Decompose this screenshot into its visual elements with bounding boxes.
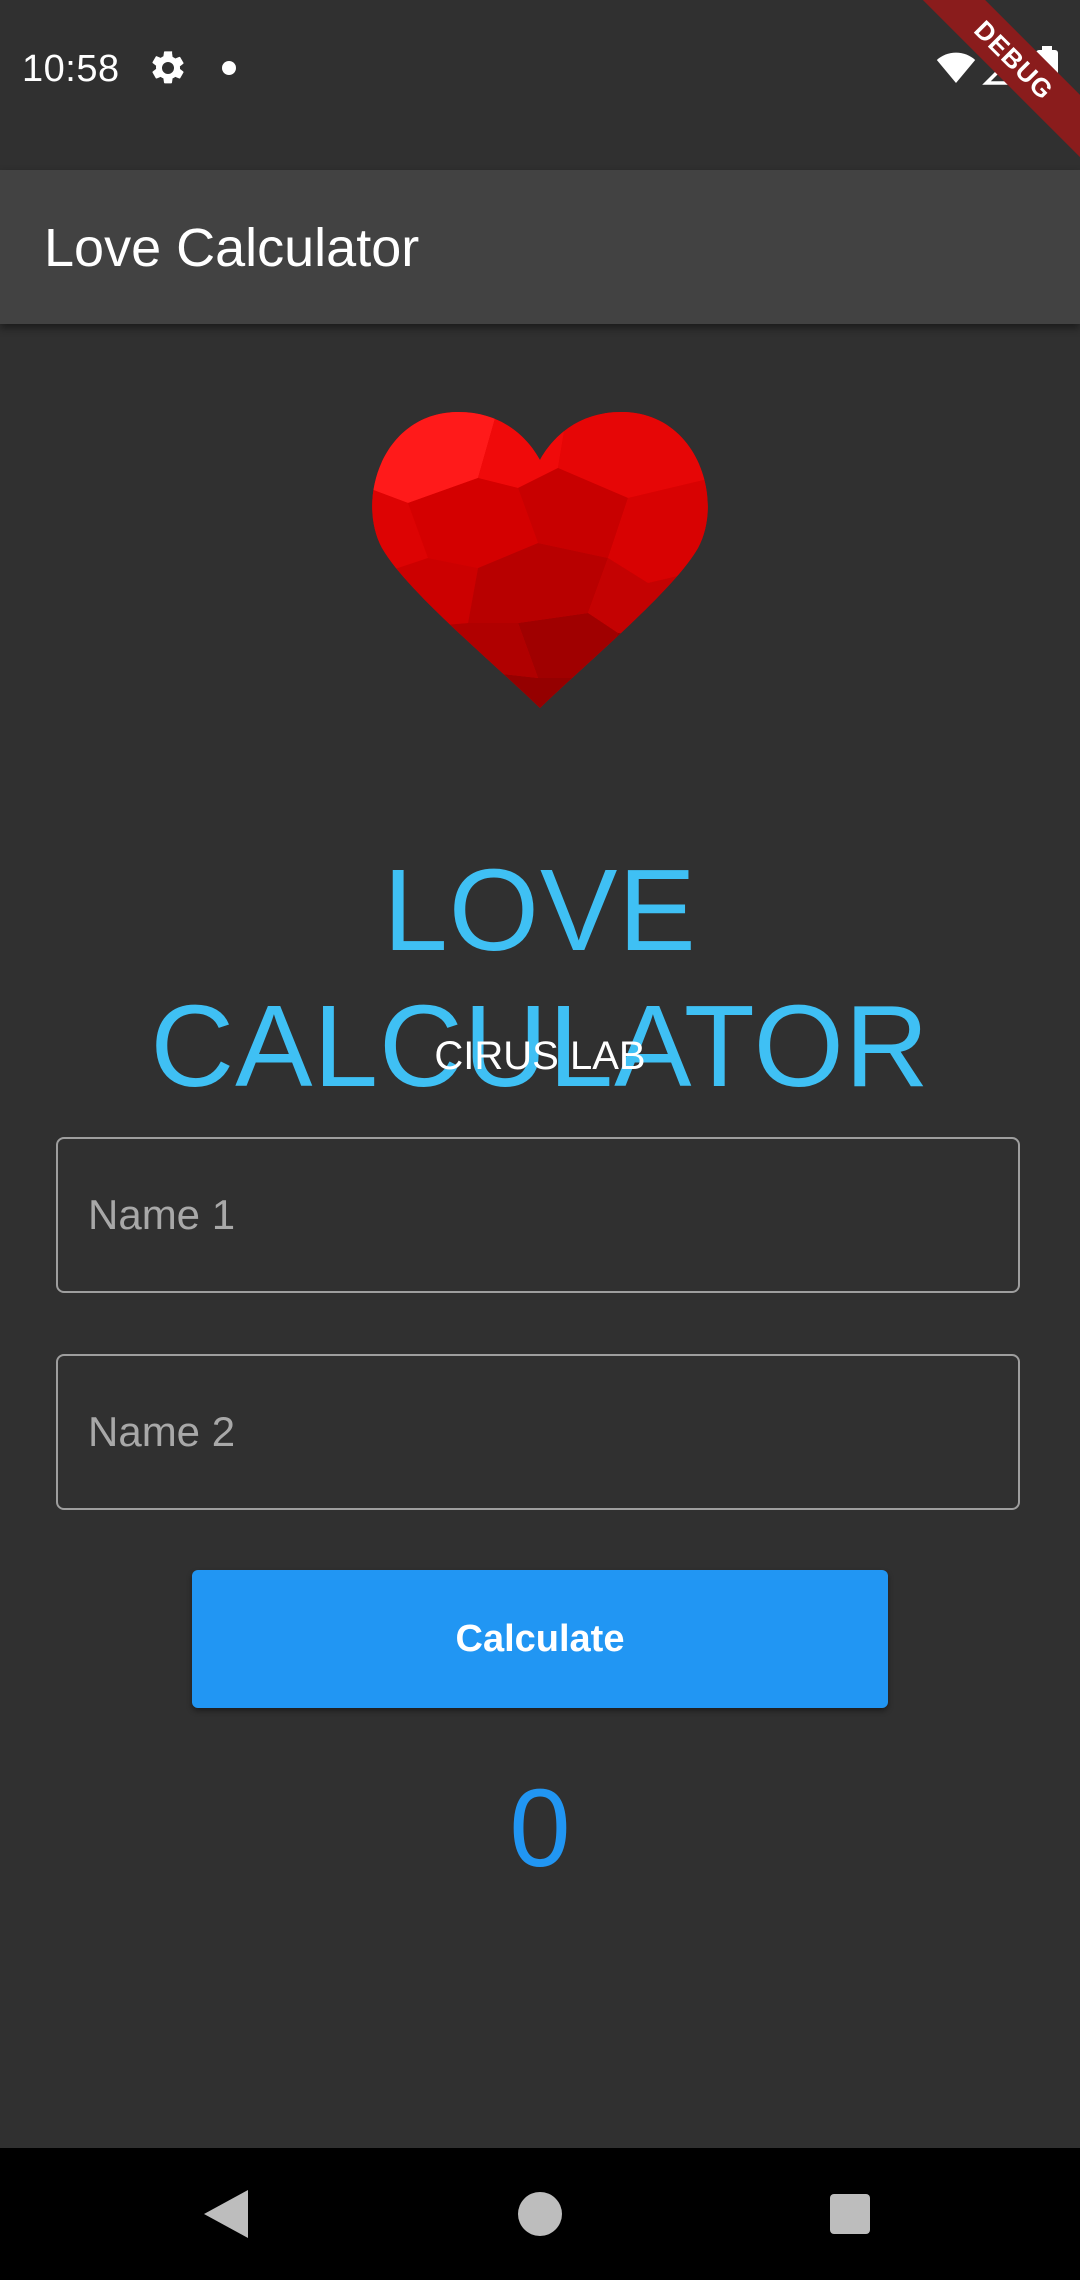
wifi-icon: [936, 52, 976, 83]
notification-dot-icon: [222, 61, 236, 75]
status-bar: 10:58 DEBUG: [0, 0, 1080, 170]
status-time: 10:58: [22, 48, 120, 90]
heart-icon: [372, 411, 708, 708]
signal-icon: [982, 50, 1017, 85]
app-bar-title: Love Calculator: [44, 218, 420, 278]
subtitle: CIRUS LAB: [434, 1034, 646, 1078]
app-bar: Love Calculator: [0, 170, 1080, 324]
battery-icon: [1036, 46, 1058, 88]
recents-icon[interactable]: [830, 2194, 870, 2234]
navigation-bar: [0, 2148, 1080, 2280]
home-icon[interactable]: [518, 2192, 562, 2236]
result-value: 0: [509, 1767, 571, 1890]
gear-icon: [152, 51, 184, 84]
name-1-input[interactable]: [56, 1137, 1020, 1293]
calculate-button[interactable]: Calculate: [192, 1570, 888, 1708]
back-icon[interactable]: [204, 2190, 248, 2238]
name-2-input[interactable]: [56, 1354, 1020, 1510]
